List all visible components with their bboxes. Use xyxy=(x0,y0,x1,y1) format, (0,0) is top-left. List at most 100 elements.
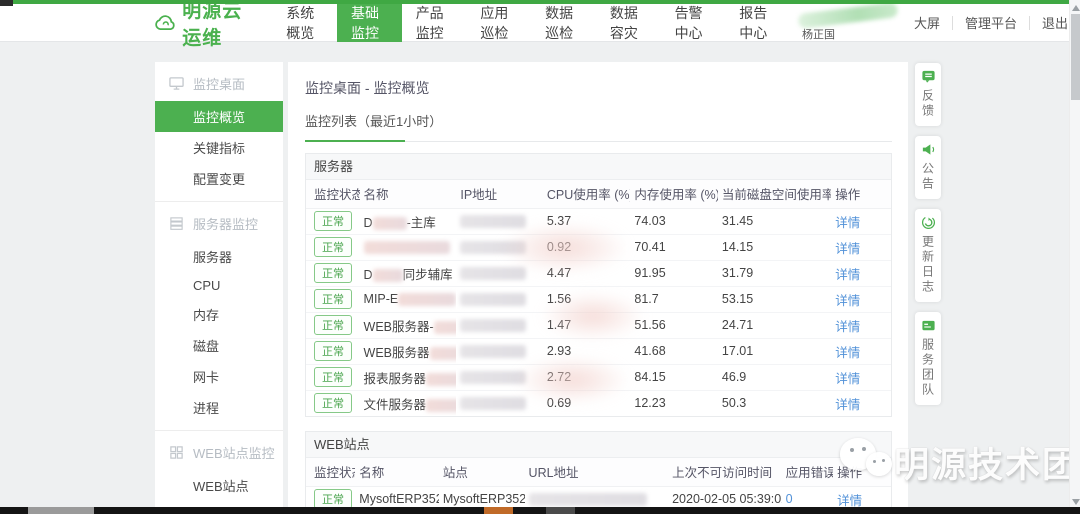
status-cell: 正常 xyxy=(306,234,360,261)
cpu-cell: 1.47 xyxy=(542,312,631,339)
server-table: 监控状态名称IP地址CPU使用率 (%)内存使用率 (%)当前磁盘空间使用率(%… xyxy=(306,180,891,416)
detail-link[interactable]: 详情 xyxy=(835,346,860,360)
scrollbar-down-arrow[interactable] xyxy=(1072,499,1080,505)
nav-item-2[interactable]: 基础监控 xyxy=(336,3,402,42)
app-errors-link[interactable]: 0 xyxy=(786,492,793,506)
nav-item-5[interactable]: 数据巡检 xyxy=(531,4,596,42)
status-cell: 正常 xyxy=(306,208,360,235)
float-button-horn[interactable]: 公告 xyxy=(915,136,941,199)
ip-cell xyxy=(456,338,543,365)
float-button-team[interactable]: 服务团队 xyxy=(915,312,941,405)
sidebar-section-grid: WEB站点监控 xyxy=(155,431,283,470)
nav-item-6[interactable]: 数据容灾 xyxy=(596,4,661,42)
name-cell: D -主库 xyxy=(359,208,457,235)
tab-monitor-list[interactable]: 监控列表（最近1小时） xyxy=(305,114,442,129)
sidebar-item[interactable]: 配置变更 xyxy=(155,163,283,194)
detail-link[interactable]: 详情 xyxy=(835,372,860,386)
sidebar-item[interactable]: 监控概览 xyxy=(155,101,283,132)
status-badge: 正常 xyxy=(314,315,352,335)
detail-link[interactable]: 详情 xyxy=(835,294,860,308)
scrollbar-thumb[interactable] xyxy=(1071,14,1080,100)
server-icon xyxy=(169,216,184,231)
name-cell xyxy=(359,234,457,261)
float-button-label: 更新日志 xyxy=(920,235,935,295)
name-redaction xyxy=(372,216,407,230)
float-button-label: 服务团队 xyxy=(920,338,935,398)
sidebar-item[interactable]: 进程 xyxy=(155,392,283,423)
server-panel-title: 服务器 xyxy=(306,154,891,180)
status-cell: 正常 xyxy=(306,312,360,339)
browser-scrollbar[interactable] xyxy=(1069,0,1080,514)
user-area[interactable]: 杨正国 xyxy=(797,1,902,41)
feedback-icon xyxy=(921,69,936,84)
detail-link[interactable]: 详情 xyxy=(837,494,862,508)
sidebar-item[interactable]: 关键指标 xyxy=(155,132,283,163)
status-cell: 正常 xyxy=(306,364,360,391)
action-cell: 详情 xyxy=(831,312,891,339)
name-cell: 报表服务器 xyxy=(359,364,457,391)
tab-bar: 监控列表（最近1小时） xyxy=(305,111,892,142)
status-badge: 正常 xyxy=(314,393,352,414)
nav-link-2[interactable]: 管理平台 xyxy=(953,13,1029,32)
nav-item-8[interactable]: 报告中心 xyxy=(725,4,790,42)
detail-link[interactable]: 详情 xyxy=(835,216,860,230)
mem-cell: 84.15 xyxy=(630,364,718,391)
cpu-cell: 0.69 xyxy=(546,396,572,411)
nav-item-7[interactable]: 告警中心 xyxy=(661,4,726,42)
float-button-label: 公告 xyxy=(920,162,935,192)
action-cell: 详情 xyxy=(831,390,891,416)
sidebar-item[interactable]: CPU xyxy=(155,272,283,299)
breadcrumb: 监控桌面 - 监控概览 xyxy=(305,80,430,96)
disk-cell: 14.15 xyxy=(717,234,832,261)
web-panel-title: WEB站点 xyxy=(306,432,891,458)
nav-link-1[interactable]: 大屏 xyxy=(902,13,952,32)
team-icon xyxy=(921,318,936,333)
detail-link[interactable]: 详情 xyxy=(835,320,860,334)
action-cell: 详情 xyxy=(831,260,891,287)
float-button-label: 反馈 xyxy=(920,89,935,119)
server-row: 正常 D -主库 5.37 74.03 31.45 详情 xyxy=(306,208,891,235)
sidebar-section-desktop: 监控桌面 xyxy=(155,62,283,101)
mem-cell: 74.03 xyxy=(630,208,718,235)
column-header: 名称 xyxy=(359,180,457,209)
ip-redaction xyxy=(460,371,527,385)
scrollbar-up-arrow[interactable] xyxy=(1072,5,1080,11)
status-badge: 正常 xyxy=(314,211,352,231)
nav-item-4[interactable]: 应用巡检 xyxy=(466,4,531,42)
logo-text: 明源云运维 xyxy=(182,0,243,49)
cpu-cell: 2.93 xyxy=(542,338,631,365)
name-redaction xyxy=(433,320,457,334)
sidebar-item[interactable]: 内存 xyxy=(155,299,283,330)
nav-right-area: 杨正国 大屏 管理平台 退出 xyxy=(797,1,1080,41)
sidebar-item[interactable]: 服务器 xyxy=(155,241,283,272)
nav-item-1[interactable]: 系统概览 xyxy=(272,4,337,42)
active-tab-underline xyxy=(305,140,405,142)
column-header: 上次不可访问时间 xyxy=(668,458,782,487)
sidebar-item[interactable]: WEB站点 xyxy=(155,470,283,501)
nav-item-3[interactable]: 产品监控 xyxy=(402,4,467,42)
detail-link[interactable]: 详情 xyxy=(835,242,860,256)
status-badge: 正常 xyxy=(314,237,352,257)
float-button-refresh[interactable]: 更新日志 xyxy=(915,209,941,302)
detail-link[interactable]: 详情 xyxy=(835,398,860,412)
float-button-feedback[interactable]: 反馈 xyxy=(915,63,941,126)
user-avatar-redaction xyxy=(797,1,899,29)
ip-redaction xyxy=(460,293,527,307)
grid-icon xyxy=(169,445,184,460)
disk-cell: 53.15 xyxy=(717,286,832,313)
sidebar-item[interactable]: 磁盘 xyxy=(155,330,283,361)
disk-cell: 46.9 xyxy=(717,364,832,391)
ip-redaction xyxy=(460,267,527,281)
ip-cell xyxy=(456,390,543,416)
mem-cell: 51.56 xyxy=(630,312,718,339)
sidebar-section-server: 服务器监控 xyxy=(155,202,283,241)
floating-toolbar: 反馈公告更新日志服务团队 xyxy=(915,63,941,415)
name-cell: MIP-E xyxy=(359,286,457,313)
detail-link[interactable]: 详情 xyxy=(835,268,860,282)
action-cell: 详情 xyxy=(831,208,891,235)
sidebar-item[interactable]: 网卡 xyxy=(155,361,283,392)
sidebar: 监控桌面 监控概览 关键指标 配置变更服务器监控 服务器 CPU 内存 磁盘 网卡 进程 WEB站点… xyxy=(155,62,283,507)
user-name: 杨正国 xyxy=(801,28,835,41)
status-cell: 正常 xyxy=(306,286,360,313)
nav-links: 大屏 管理平台 退出 xyxy=(902,13,1080,32)
